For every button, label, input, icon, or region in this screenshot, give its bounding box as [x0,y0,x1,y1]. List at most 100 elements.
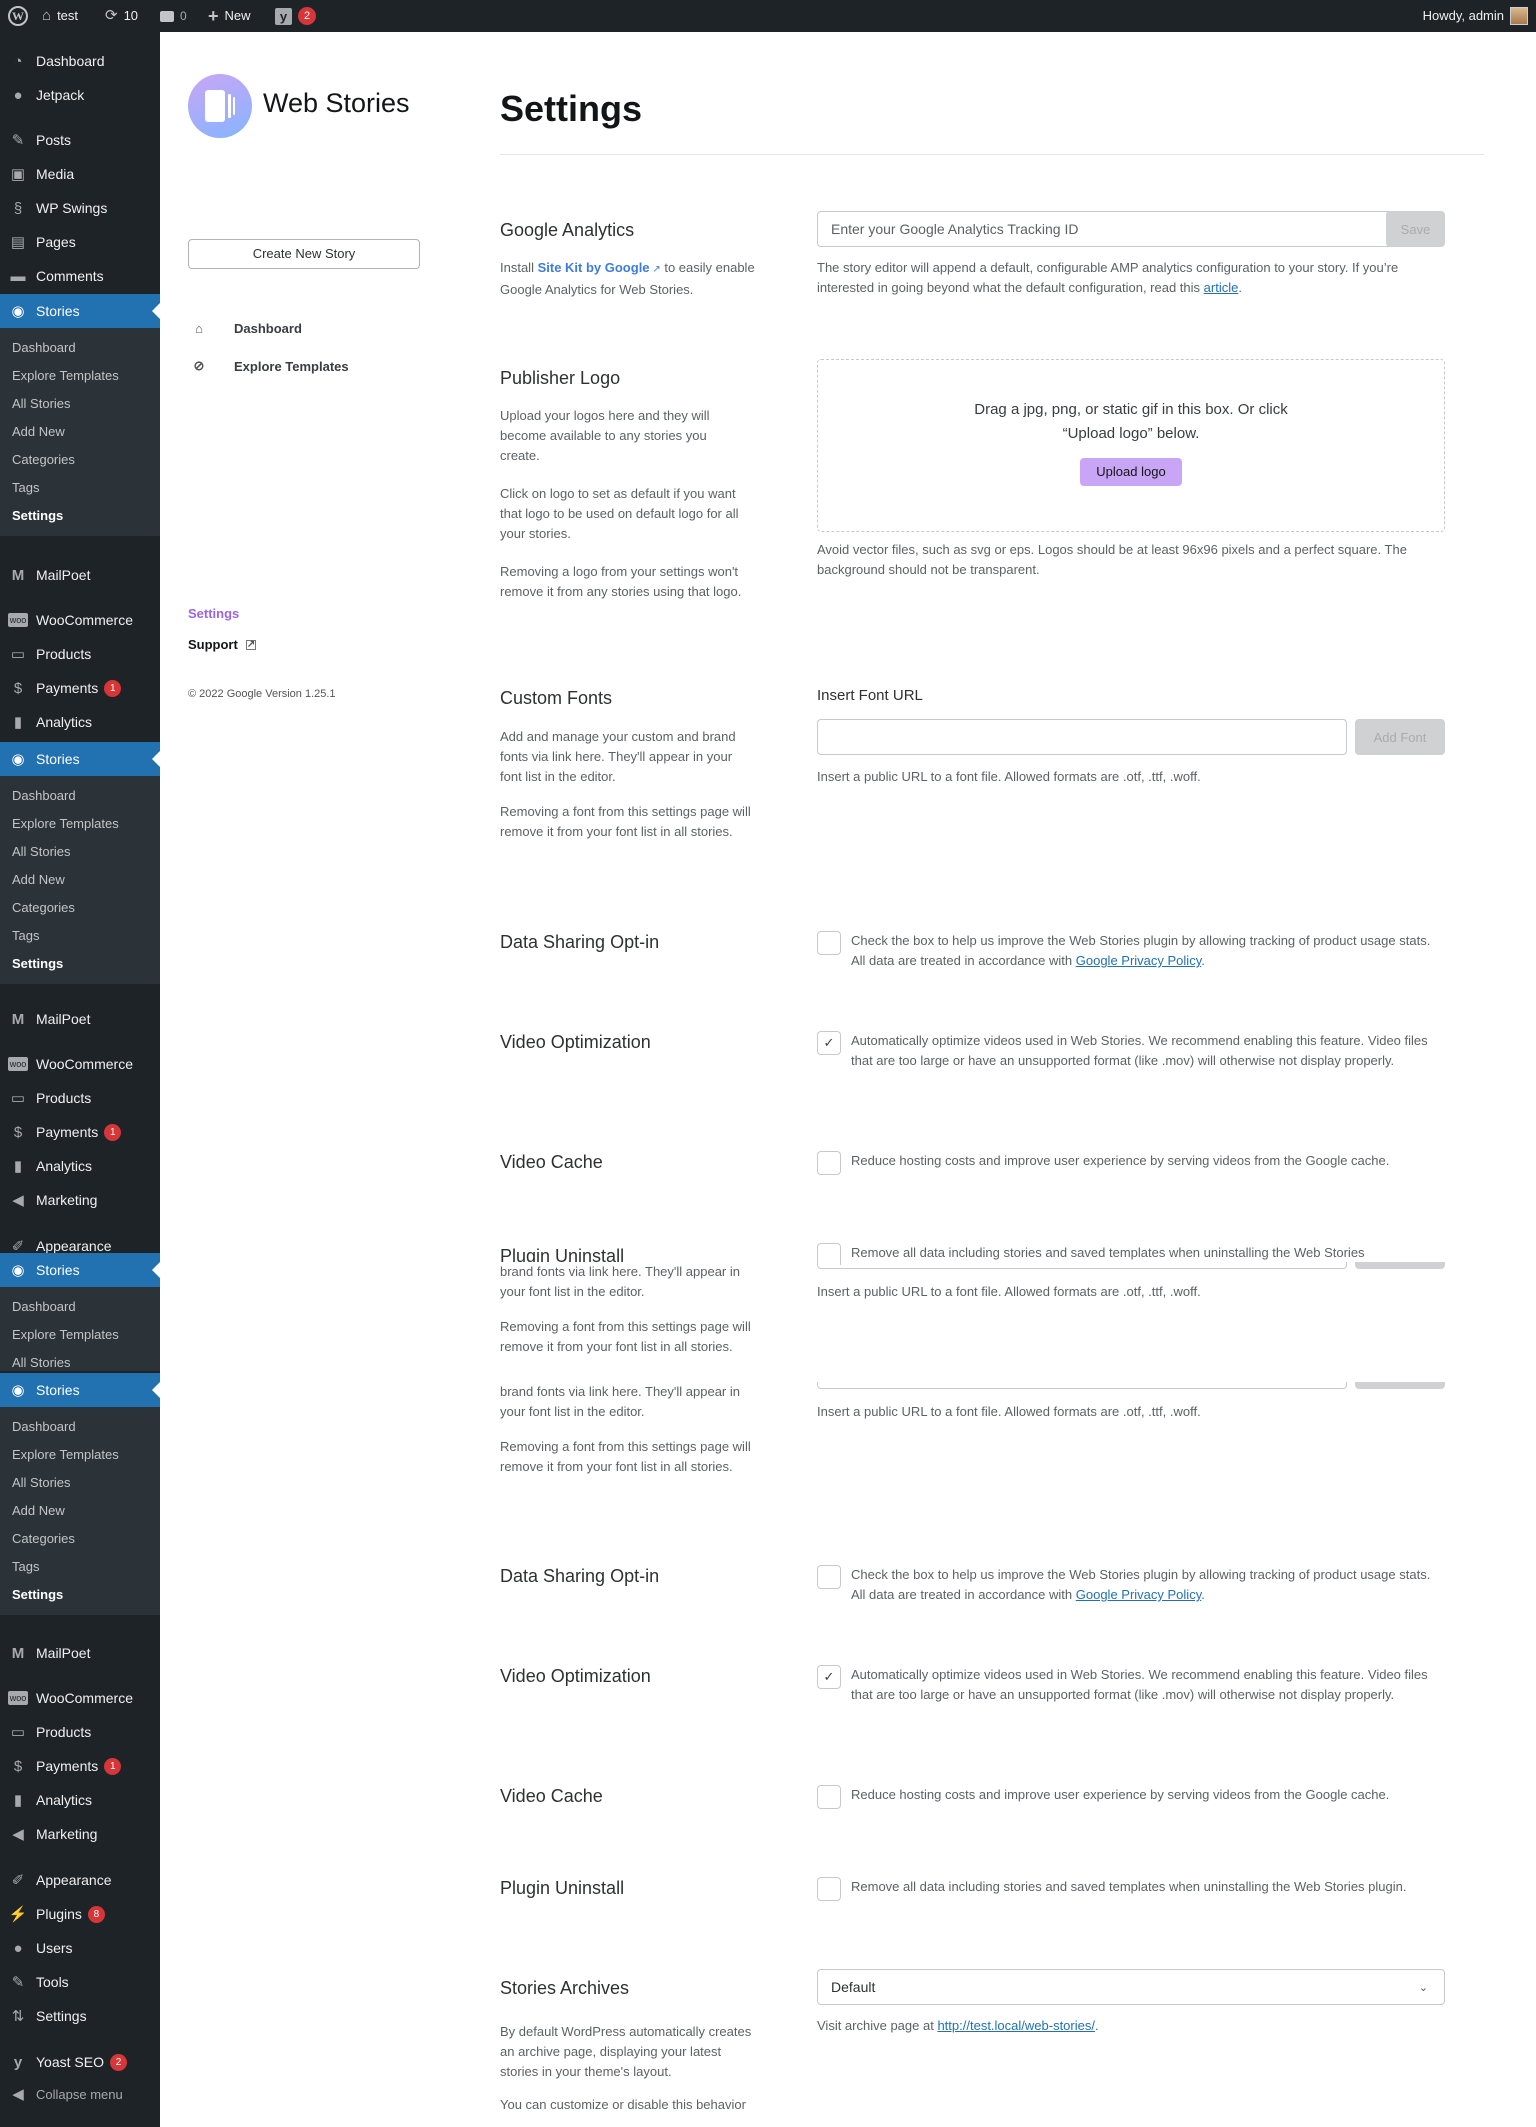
sidebar-item-media[interactable]: ▣ Media [0,157,160,191]
submenu-dashboard[interactable]: Dashboard [0,334,160,362]
submenu-explore-templates[interactable]: Explore Templates [0,362,160,390]
sidebar-item-plugins[interactable]: ⚡ Plugins 8 [0,1897,160,1931]
stories-archives-select[interactable]: Default ⌄ [817,1969,1445,2005]
ga-tracking-id-input[interactable]: Enter your Google Analytics Tracking ID [817,211,1417,247]
sidebar-item-pages[interactable]: ▤ Pages [0,225,160,259]
submenu-tags[interactable]: Tags [0,474,160,502]
nav-dashboard[interactable]: ⌂ Dashboard [188,317,302,339]
sidebar-item-products[interactable]: ▭ Products [0,1715,160,1749]
sidebar-item-payments[interactable]: $ Payments 1 [0,671,160,705]
sidebar-item-marketing[interactable]: ◀Marketing [0,1183,160,1217]
sidebar-item-stories[interactable]: ◉ Stories [0,742,160,776]
plugin-uninstall-checkbox[interactable] [817,1877,841,1901]
sidebar-item-dashboard[interactable]: ◔ Dashboard [0,44,160,78]
submenu-all-stories[interactable]: All Stories [0,1349,160,1371]
logo-dropzone[interactable]: Drag a jpg, png, or static gif in this b… [817,359,1445,532]
article-link[interactable]: article [1204,280,1239,295]
sidebar-item-mailpoet[interactable]: M MailPoet [0,1636,160,1670]
submenu-explore-templates[interactable]: Explore Templates [0,1321,160,1349]
submenu-categories[interactable]: Categories [0,446,160,474]
submenu-settings[interactable]: Settings [0,950,160,978]
sidebar-item-comments[interactable]: ▬ Comments [0,259,160,293]
submenu-categories[interactable]: Categories [0,1525,160,1553]
video-cache-checkbox[interactable] [817,1151,841,1175]
updates-link[interactable]: ⟳ 10 [105,0,138,32]
sidebar-item-tools[interactable]: ✎ Tools [0,1965,160,1999]
submenu-add-new[interactable]: Add New [0,418,160,446]
submenu-settings[interactable]: Settings [0,502,160,530]
submenu-tags[interactable]: Tags [0,1553,160,1581]
submenu-dashboard[interactable]: Dashboard [0,782,160,810]
video-optimization-checkbox[interactable]: ✓ [817,1665,841,1689]
sidebar-item-stories[interactable]: ◉ Stories [0,294,160,328]
new-label: New [224,8,251,23]
font-help-text-fragment: Insert a public URL to a font file. Allo… [817,1404,1201,1419]
data-sharing-checkbox[interactable] [817,1565,841,1589]
font-url-input[interactable] [817,719,1347,755]
payments-badge: 1 [104,1757,122,1775]
create-new-story-button[interactable]: Create New Story [188,239,420,269]
submenu-add-new[interactable]: Add New [0,1497,160,1525]
sidebar-item-products[interactable]: ▭ Products [0,1081,160,1115]
video-cache-checkbox[interactable] [817,1785,841,1809]
sidebar-item-jetpack[interactable]: ● Jetpack [0,78,160,112]
sidebar-item-posts[interactable]: ✎ Posts [0,123,160,157]
wordpress-logo-button[interactable]: W [8,0,28,32]
my-account-menu[interactable]: Howdy, admin [1423,0,1528,32]
video-optimization-checkbox[interactable]: ✓ [817,1031,841,1055]
sidebar-item-analytics[interactable]: ▮ Analytics [0,1783,160,1817]
site-name-link[interactable]: ⌂ test [42,0,78,32]
archive-page-link[interactable]: http://test.local/web-stories/ [937,2018,1095,2033]
upload-logo-button[interactable]: Upload logo [1080,458,1182,486]
submenu-explore-templates[interactable]: Explore Templates [0,1441,160,1469]
sidebar-item-woocommerce[interactable]: woo WooCommerce [0,603,160,637]
brand-title: Web Stories [263,88,410,118]
sidebar-item-mailpoet[interactable]: M MailPoet [0,1002,160,1036]
submenu-dashboard[interactable]: Dashboard [0,1293,160,1321]
add-font-button[interactable]: Add Font [1355,719,1445,755]
site-name: test [57,8,79,23]
sidebar-item-stories[interactable]: ◉ Stories [0,1253,160,1287]
sidebar-item-wp-swings[interactable]: § WP Swings [0,191,160,225]
submenu-all-stories[interactable]: All Stories [0,1469,160,1497]
site-kit-link[interactable]: Site Kit by Google [538,260,650,275]
sidebar-item-payments[interactable]: $ Payments 1 [0,1749,160,1783]
submenu-dashboard[interactable]: Dashboard [0,1413,160,1441]
sidebar-item-woocommerce[interactable]: woo WooCommerce [0,1047,160,1081]
sidebar-item-marketing[interactable]: ◀Marketing [0,1817,160,1851]
external-link-icon: ↗ [649,264,661,275]
sliders-icon: ⇅ [11,2008,25,2025]
sidebar-item-settings[interactable]: ⇅ Settings [0,1999,160,2033]
comments-link[interactable]: 0 [160,0,187,32]
collapse-menu-button[interactable]: ◀ Collapse menu [0,2077,160,2111]
sidebar-item-stories[interactable]: ◉ Stories [0,1373,160,1407]
submenu-all-stories[interactable]: All Stories [0,390,160,418]
sidebar-item-woocommerce[interactable]: woo WooCommerce [0,1681,160,1715]
data-sharing-option: Check the box to help us improve the Web… [817,931,1447,971]
save-button[interactable]: Save [1386,211,1445,247]
submenu-explore-templates[interactable]: Explore Templates [0,810,160,838]
sidebar-item-mailpoet[interactable]: M MailPoet [0,558,160,592]
nav-explore-templates[interactable]: ⊘ Explore Templates [188,355,349,377]
sidebar-item-products[interactable]: ▭ Products [0,637,160,671]
submenu-settings[interactable]: Settings [0,1581,160,1609]
privacy-policy-link[interactable]: Google Privacy Policy [1076,953,1201,968]
data-sharing-checkbox[interactable] [817,931,841,955]
submenu-add-new[interactable]: Add New [0,866,160,894]
sidebar-item-users[interactable]: ● Users [0,1931,160,1965]
submenu-categories[interactable]: Categories [0,894,160,922]
nav-support[interactable]: Support ↗ [188,637,256,652]
sidebar-item-payments[interactable]: $ Payments 1 [0,1115,160,1149]
sidebar-item-yoast-seo[interactable]: y Yoast SEO 2 [0,2045,160,2079]
yoast-menu[interactable]: y 2 [275,0,316,32]
submenu-all-stories[interactable]: All Stories [0,838,160,866]
privacy-policy-link[interactable]: Google Privacy Policy [1076,1587,1201,1602]
sidebar-item-appearance[interactable]: ✐ Appearance [0,1863,160,1897]
sidebar-item-analytics[interactable]: ▮ Analytics [0,705,160,739]
nav-settings[interactable]: Settings [188,606,239,621]
new-content-link[interactable]: + New [208,0,251,32]
submenu-tags[interactable]: Tags [0,922,160,950]
stories-icon: ◉ [11,303,25,320]
archive-icon: ▭ [10,646,26,663]
sidebar-item-analytics[interactable]: ▮ Analytics [0,1149,160,1183]
